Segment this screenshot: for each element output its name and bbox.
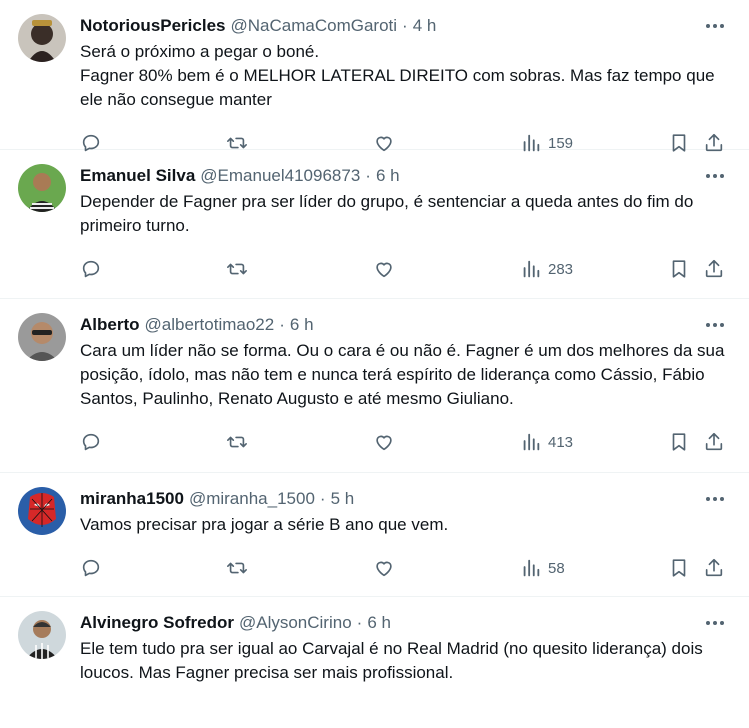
separator: · <box>365 166 371 185</box>
tweet-text: Vamos precisar pra jogar a série B ano q… <box>80 515 449 534</box>
reply-icon <box>82 559 100 577</box>
display-name[interactable]: Alvinegro Sofredor <box>80 613 234 633</box>
more-button[interactable] <box>703 489 727 509</box>
avatar[interactable] <box>18 14 66 62</box>
tweet-content: Alvinegro Sofredor @AlysonCirino · 6 h E… <box>80 611 733 728</box>
avatar[interactable] <box>18 313 66 361</box>
reply-button[interactable] <box>80 258 102 280</box>
like-button[interactable] <box>373 258 395 280</box>
share-icon <box>705 432 723 451</box>
timestamp[interactable]: 5 h <box>331 489 355 509</box>
views-count: 283 <box>548 260 574 278</box>
more-button[interactable] <box>703 16 727 36</box>
reply-icon <box>82 433 100 451</box>
tweet[interactable]: Alberto @albertotimao22 · 6 h Cara um lí… <box>0 299 749 473</box>
more-button[interactable] <box>703 613 727 633</box>
action-bar: 413 <box>80 419 733 467</box>
views-count: 159 <box>548 134 574 152</box>
avatar[interactable] <box>18 487 66 535</box>
display-name[interactable]: Emanuel Silva <box>80 166 195 186</box>
views-icon <box>523 260 540 278</box>
more-icon <box>706 323 724 327</box>
display-name[interactable]: Alberto <box>80 315 140 335</box>
like-button[interactable] <box>373 557 395 579</box>
more-button[interactable] <box>703 315 727 335</box>
timestamp[interactable]: 4 h <box>413 16 437 36</box>
bookmark-icon <box>672 260 686 278</box>
retweet-icon <box>227 562 247 574</box>
tweet-header: Alberto @albertotimao22 · 6 h <box>80 313 733 337</box>
tweet[interactable]: NotoriousPericles @NaCamaComGaroti · 4 h… <box>0 0 749 152</box>
separator: · <box>356 613 363 632</box>
tweet[interactable]: Alvinegro Sofredor @AlysonCirino · 6 h E… <box>0 597 749 728</box>
bookmark-icon <box>672 559 686 577</box>
tweet[interactable]: miranha1500 @miranha_1500 · 5 h Vamos pr… <box>0 473 749 597</box>
views-count: 413 <box>548 433 574 451</box>
retweet-button[interactable] <box>226 258 248 280</box>
separator: · <box>319 489 326 508</box>
more-icon <box>706 621 724 625</box>
share-button[interactable] <box>703 557 725 579</box>
tweet-content: Emanuel Silva @Emanuel41096873 · 6 h Dep… <box>80 164 733 298</box>
user-handle[interactable]: @AlysonCirino <box>239 613 352 633</box>
retweet-button[interactable] <box>226 557 248 579</box>
tweet[interactable]: Emanuel Silva @Emanuel41096873 · 6 h Dep… <box>0 150 749 299</box>
views-count: 58 <box>548 559 565 577</box>
share-button[interactable] <box>703 258 725 280</box>
retweet-button[interactable] <box>226 431 248 453</box>
tweet-header: NotoriousPericles @NaCamaComGaroti · 4 h <box>80 14 733 38</box>
timestamp[interactable]: 6 h <box>376 166 400 186</box>
user-handle[interactable]: @Emanuel41096873 <box>200 166 360 186</box>
tweet-text: Cara um líder não se forma. Ou o cara é … <box>80 341 725 408</box>
views-button[interactable]: 413 <box>520 431 573 453</box>
tweet-content: miranha1500 @miranha_1500 · 5 h Vamos pr… <box>80 487 733 596</box>
views-icon <box>523 559 540 577</box>
like-icon <box>376 435 392 451</box>
tweet-header: Emanuel Silva @Emanuel41096873 · 6 h <box>80 164 733 188</box>
bookmark-button[interactable] <box>668 258 690 280</box>
tweet-text: Será o próximo a pegar o boné. Fagner 80… <box>80 42 715 109</box>
like-icon <box>376 561 392 577</box>
retweet-icon <box>227 436 247 448</box>
display-name[interactable]: NotoriousPericles <box>80 16 226 36</box>
share-icon <box>705 259 723 278</box>
more-button[interactable] <box>703 166 727 186</box>
tweet-content: Alberto @albertotimao22 · 6 h Cara um lí… <box>80 313 733 472</box>
more-icon <box>706 497 724 501</box>
avatar[interactable] <box>18 164 66 212</box>
separator: · <box>279 315 285 334</box>
more-icon <box>706 174 724 178</box>
share-icon <box>705 558 723 577</box>
like-button[interactable] <box>373 431 395 453</box>
tweet-header: Alvinegro Sofredor @AlysonCirino · 6 h <box>80 611 733 635</box>
tweet-content: NotoriousPericles @NaCamaComGaroti · 4 h… <box>80 14 733 152</box>
reply-button[interactable] <box>80 431 102 453</box>
user-handle[interactable]: @NaCamaComGaroti <box>231 16 398 36</box>
views-button[interactable]: 58 <box>520 557 565 579</box>
bookmark-button[interactable] <box>668 557 690 579</box>
display-name[interactable]: miranha1500 <box>80 489 184 509</box>
reply-button[interactable] <box>80 557 102 579</box>
tweet-text: Depender de Fagner pra ser líder do grup… <box>80 192 694 235</box>
action-bar: 283 <box>80 246 733 294</box>
user-handle[interactable]: @miranha_1500 <box>189 489 315 509</box>
timestamp[interactable]: 6 h <box>290 315 314 335</box>
views-button[interactable]: 283 <box>520 258 573 280</box>
user-handle[interactable]: @albertotimao22 <box>145 315 275 335</box>
more-icon <box>706 24 724 28</box>
share-button[interactable] <box>703 431 725 453</box>
reply-icon <box>82 260 100 278</box>
tweet-header: miranha1500 @miranha_1500 · 5 h <box>80 487 733 511</box>
avatar[interactable] <box>18 611 66 659</box>
reply-feed: NotoriousPericles @NaCamaComGaroti · 4 h… <box>0 0 749 728</box>
action-bar: 58 <box>80 545 733 593</box>
retweet-icon <box>227 263 247 275</box>
tweet-text: Ele tem tudo pra ser igual ao Carvajal é… <box>80 639 703 682</box>
views-icon <box>523 433 540 451</box>
timestamp[interactable]: 6 h <box>367 613 391 633</box>
separator: · <box>402 16 408 35</box>
bookmark-button[interactable] <box>668 431 690 453</box>
like-icon <box>376 262 392 278</box>
bookmark-icon <box>672 433 686 451</box>
